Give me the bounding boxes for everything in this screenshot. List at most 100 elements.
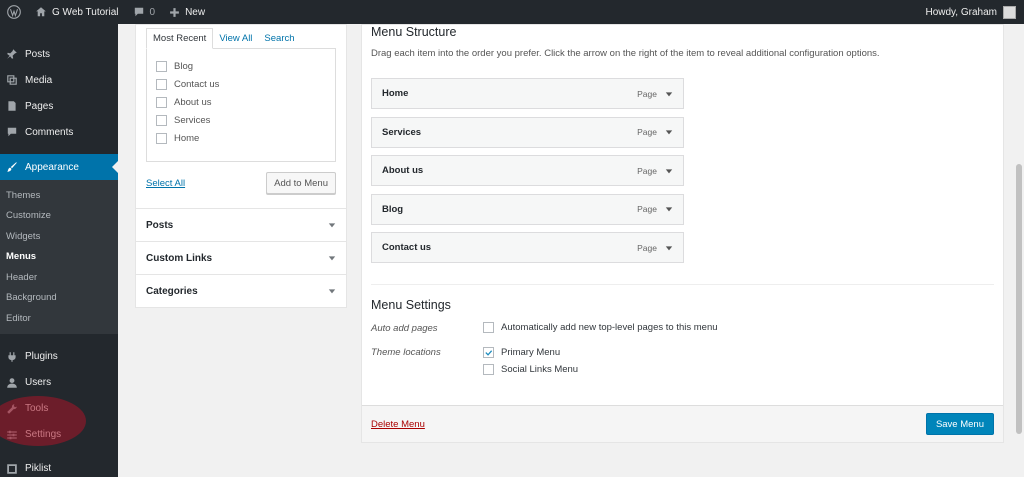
accordion-posts[interactable]: Posts	[136, 208, 346, 241]
pages-panel: Most Recent View All Search Blog Contact…	[135, 24, 347, 308]
home-icon	[36, 7, 46, 17]
tab-view-all[interactable]: View All	[213, 29, 258, 48]
menu-item-blog[interactable]: Blog Page	[371, 193, 684, 225]
pin-icon	[5, 47, 19, 61]
comments-icon	[5, 125, 19, 139]
triangle-down-icon[interactable]	[665, 128, 673, 136]
submenu-item-menus[interactable]: Menus	[0, 247, 118, 268]
item-label: Home	[174, 132, 200, 144]
sidebar-item-plugins[interactable]: Plugins	[0, 344, 118, 370]
checkbox[interactable]	[156, 96, 167, 108]
sidebar-item-label: Posts	[25, 48, 51, 60]
checkbox[interactable]	[156, 78, 167, 90]
sidebar-item-label: Appearance	[25, 161, 79, 173]
sidebar-item-comments[interactable]: Comments	[0, 119, 118, 145]
sidebar-item-label: Plugins	[25, 351, 58, 362]
triangle-down-icon	[328, 223, 336, 228]
menu-settings-title: Menu Settings	[371, 298, 451, 312]
piklist-icon	[5, 462, 19, 476]
menu-item-type: Page	[637, 127, 657, 137]
accordion-custom-links[interactable]: Custom Links	[136, 241, 346, 274]
menu-instructions: Drag each item into the order you prefer…	[371, 48, 880, 59]
comments-link[interactable]: 0	[126, 0, 163, 24]
sidebar-item-label: Media	[25, 74, 53, 86]
menu-item-type: Page	[637, 165, 657, 176]
sidebar-item-media[interactable]: Media	[0, 67, 118, 93]
menu-item-contact-us[interactable]: Contact us Page	[371, 232, 684, 263]
menu-item-about-us[interactable]: About us Page	[371, 155, 684, 186]
primary-menu-option[interactable]: Primary Menu	[483, 347, 560, 358]
social-links-menu-option[interactable]: Social Links Menu	[483, 364, 578, 375]
scrollbar-thumb[interactable]	[1016, 164, 1022, 434]
checkbox[interactable]	[156, 132, 167, 144]
sidebar-item-label: Pages	[25, 100, 54, 112]
accordion-categories[interactable]: Categories	[136, 274, 346, 307]
submenu-item-customize[interactable]: Customize	[0, 206, 118, 227]
submenu-item-editor[interactable]: Editor	[0, 308, 118, 329]
comments-count: 0	[149, 6, 156, 18]
pages-checklist: Blog Contact us About us Services Home	[146, 48, 336, 162]
sidebar-item-appearance[interactable]: Appearance	[0, 154, 118, 180]
sidebar-item-settings[interactable]: Settings	[0, 422, 118, 448]
menu-item-home[interactable]: Home Page	[371, 78, 684, 109]
comment-bubble-icon	[134, 7, 143, 17]
sidebar-item-posts[interactable]: Posts	[0, 41, 118, 67]
triangle-down-icon[interactable]	[665, 205, 673, 213]
menu-item-services[interactable]: Services Page	[371, 116, 684, 148]
page-scrollbar[interactable]	[1014, 24, 1024, 477]
item-label: Services	[174, 114, 211, 126]
menu-item-title: Home	[382, 88, 409, 99]
sidebar-item-pages[interactable]: Pages	[0, 93, 118, 119]
auto-add-checkbox[interactable]	[483, 322, 494, 333]
accordion-title: Categories	[146, 285, 198, 297]
new-content-link[interactable]: New	[162, 0, 212, 24]
menu-structure-title: Menu Structure	[371, 25, 457, 39]
triangle-down-icon[interactable]	[665, 167, 673, 175]
submenu-item-background[interactable]: Background	[0, 288, 118, 309]
wordpress-logo-button[interactable]	[0, 0, 28, 24]
account-menu[interactable]: Howdy, Graham	[925, 5, 1024, 19]
menu-item-title: Contact us	[382, 242, 432, 253]
submenu-item-themes[interactable]: Themes	[0, 185, 118, 206]
menu-management: Menu Structure Drag each item into the o…	[361, 24, 1004, 443]
select-all-link[interactable]: Select All	[146, 178, 185, 189]
menu-item-type: Page	[637, 242, 657, 253]
auto-add-option[interactable]: Automatically add new top-level pages to…	[483, 322, 718, 333]
add-to-menu-button[interactable]: Add to Menu	[266, 172, 336, 194]
sidebar-item-users[interactable]: Users	[0, 370, 118, 396]
new-label: New	[185, 6, 206, 18]
tab-most-recent[interactable]: Most Recent	[146, 28, 214, 49]
settings-icon	[5, 428, 19, 442]
divider	[371, 284, 994, 285]
triangle-down-icon	[328, 256, 336, 261]
submenu-item-header[interactable]: Header	[0, 267, 118, 288]
list-item: Contact us	[156, 75, 326, 93]
option-label: Automatically add new top-level pages to…	[501, 322, 718, 333]
tab-search[interactable]: Search	[258, 29, 300, 48]
submenu-item-widgets[interactable]: Widgets	[0, 226, 118, 247]
list-item: About us	[156, 93, 326, 111]
site-name-link[interactable]: G Web Tutorial	[28, 0, 126, 24]
admin-sidebar: Posts Media Pages Comments Appearance Th…	[0, 24, 118, 477]
auto-add-label: Auto add pages	[371, 323, 438, 334]
menu-footer: Delete Menu Save Menu	[362, 405, 1003, 442]
triangle-down-icon[interactable]	[665, 244, 673, 252]
menu-item-title: About us	[382, 165, 424, 176]
accordion-title: Posts	[146, 219, 174, 231]
pages-icon	[5, 99, 19, 113]
theme-locations-label: Theme locations	[371, 347, 441, 358]
item-label: Blog	[174, 60, 194, 72]
sidebar-item-piklist[interactable]: Piklist	[0, 456, 118, 477]
delete-menu-link[interactable]: Delete Menu	[371, 419, 425, 430]
social-links-checkbox[interactable]	[483, 364, 494, 375]
sidebar-item-label: Users	[25, 377, 52, 388]
sidebar-item-tools[interactable]: Tools	[0, 396, 118, 422]
list-item: Home	[156, 129, 326, 147]
plugin-icon	[5, 350, 19, 364]
primary-menu-checkbox[interactable]	[483, 347, 494, 358]
sidebar-item-label: Piklist	[25, 463, 52, 474]
checkbox[interactable]	[156, 60, 167, 72]
save-menu-button[interactable]: Save Menu	[925, 413, 994, 435]
checkbox[interactable]	[156, 114, 167, 126]
triangle-down-icon[interactable]	[665, 90, 673, 98]
